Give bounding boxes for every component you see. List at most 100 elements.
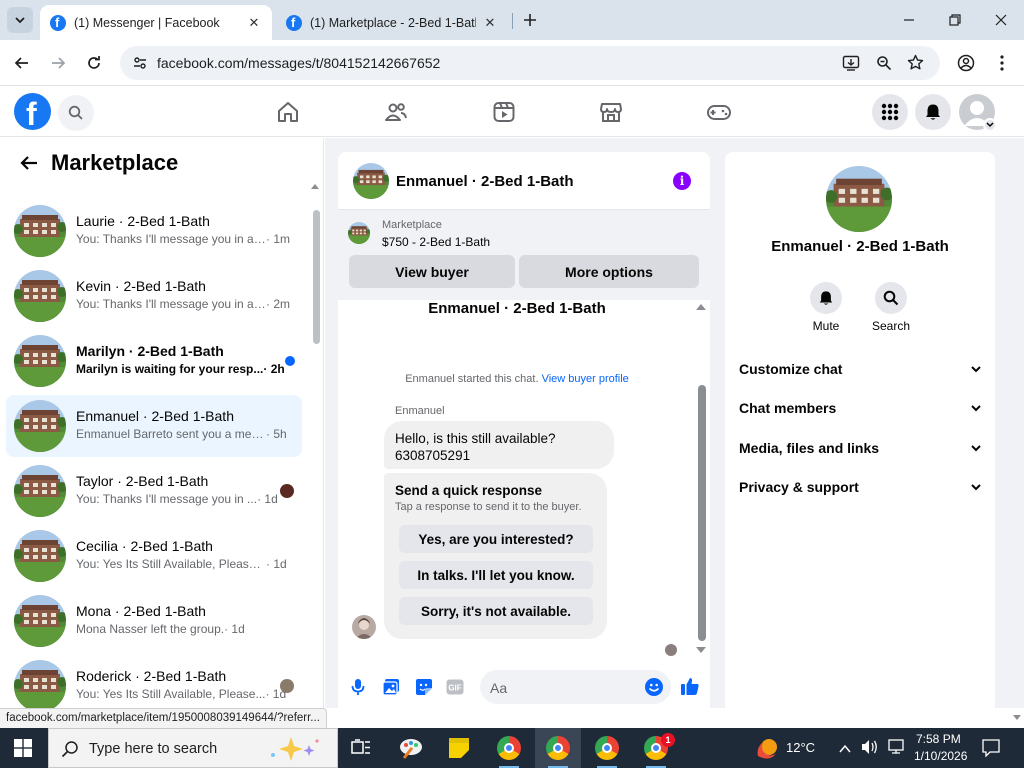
taskbar-search-box[interactable]: Type here to search bbox=[48, 728, 338, 768]
network-icon[interactable] bbox=[887, 739, 905, 760]
scroll-up-arrow[interactable] bbox=[696, 304, 706, 310]
profile-icon[interactable] bbox=[954, 51, 978, 75]
more-options-button[interactable]: More options bbox=[519, 255, 699, 288]
sender-avatar[interactable] bbox=[352, 615, 376, 639]
conversation-item[interactable]: Cecilia · 2-Bed 1-Bath You: Yes Its Still… bbox=[6, 525, 302, 587]
privacy-support-section[interactable]: Privacy & support bbox=[739, 475, 983, 501]
conversation-item[interactable]: Mona · 2-Bed 1-Bath Mona Nasser left the … bbox=[6, 590, 302, 652]
thumbs-up-icon[interactable] bbox=[680, 676, 700, 696]
marketplace-listing-banner: Marketplace $750 - 2-Bed 1-Bath View buy… bbox=[338, 210, 710, 300]
conversation-item[interactable]: Marilyn · 2-Bed 1-Bath Marilyn is waiting… bbox=[6, 330, 302, 392]
emoji-icon[interactable] bbox=[645, 678, 663, 696]
chevron-down-icon bbox=[971, 484, 981, 491]
info-name: Enmanuel · 2-Bed 1-Bath bbox=[771, 238, 949, 255]
facebook-search-button[interactable] bbox=[58, 95, 94, 131]
browser-tab-bar: (1) Messenger | Facebook ✕ (1) Marketpla… bbox=[0, 0, 1024, 40]
action-center-icon[interactable] bbox=[982, 739, 1000, 762]
scroll-down-arrow[interactable] bbox=[696, 647, 706, 653]
tab-title: (1) Messenger | Facebook bbox=[74, 15, 220, 30]
view-buyer-button[interactable]: View buyer bbox=[349, 255, 515, 288]
browser-menu-icon[interactable] bbox=[990, 51, 1014, 75]
friends-icon[interactable] bbox=[383, 99, 409, 125]
profile-avatar-icon[interactable] bbox=[959, 94, 997, 132]
quick-response-in-talks-button[interactable]: In talks. I'll let you know. bbox=[399, 561, 593, 589]
gaming-icon[interactable] bbox=[706, 99, 732, 125]
media-files-links-section[interactable]: Media, files and links bbox=[739, 436, 983, 462]
thread-title: Enmanuel · 2-Bed 1-Bath bbox=[428, 300, 606, 317]
message-input[interactable]: Aa bbox=[480, 670, 671, 704]
thread-scrollbar[interactable] bbox=[698, 385, 706, 641]
new-tab-button[interactable] bbox=[520, 10, 540, 30]
close-window-button[interactable] bbox=[987, 8, 1015, 32]
conversation-item[interactable]: Taylor · 2-Bed 1-Bath You: Thanks I'll me… bbox=[6, 460, 302, 522]
quick-response-yes-button[interactable]: Yes, are you interested? bbox=[399, 525, 593, 553]
mute-button[interactable]: Mute bbox=[796, 282, 856, 333]
facebook-logo[interactable]: f bbox=[14, 93, 51, 132]
sticky-notes-icon[interactable] bbox=[436, 728, 482, 768]
conversation-item[interactable]: Laurie · 2-Bed 1-Bath You: Thanks I'll me… bbox=[6, 200, 302, 262]
watch-icon[interactable] bbox=[491, 99, 517, 125]
tab-messenger[interactable]: (1) Messenger | Facebook ✕ bbox=[40, 5, 272, 40]
info-avatar[interactable] bbox=[826, 166, 892, 232]
gif-icon[interactable]: GIF bbox=[446, 678, 464, 696]
windows-start-icon[interactable] bbox=[14, 739, 32, 757]
marketplace-icon[interactable] bbox=[598, 99, 624, 125]
photo-icon[interactable] bbox=[382, 678, 400, 696]
restore-button[interactable] bbox=[941, 8, 969, 32]
forward-button[interactable] bbox=[46, 51, 70, 75]
install-app-icon[interactable] bbox=[842, 54, 860, 77]
section-label: Customize chat bbox=[739, 361, 843, 377]
zoom-icon[interactable] bbox=[876, 55, 892, 76]
paint-app-icon[interactable] bbox=[388, 728, 434, 768]
clock-time[interactable]: 7:58 PM bbox=[916, 732, 961, 746]
listing-thumbnail[interactable] bbox=[348, 222, 370, 244]
tab-search-button[interactable] bbox=[7, 7, 33, 33]
view-buyer-profile-link[interactable]: View buyer profile bbox=[542, 373, 629, 385]
chat-members-section[interactable]: Chat members bbox=[739, 396, 983, 422]
clock-date[interactable]: 1/10/2026 bbox=[914, 749, 967, 763]
conversation-list-scrollbar[interactable] bbox=[313, 210, 320, 344]
chrome-icon[interactable]: 1 bbox=[633, 728, 679, 768]
chrome-icon[interactable] bbox=[535, 728, 581, 768]
chevron-down-icon bbox=[971, 405, 981, 412]
info-icon[interactable]: i bbox=[673, 172, 691, 190]
customize-chat-section[interactable]: Customize chat bbox=[739, 357, 983, 383]
conversation-item[interactable]: Enmanuel · 2-Bed 1-Bath Enmanuel Barreto … bbox=[6, 395, 302, 457]
chat-avatar[interactable] bbox=[353, 163, 389, 199]
back-button[interactable] bbox=[10, 51, 34, 75]
conversation-item[interactable]: Kevin · 2-Bed 1-Bath You: Thanks I'll mes… bbox=[6, 265, 302, 327]
weather-temperature[interactable]: 12°C bbox=[786, 740, 815, 755]
message-text-line: Hello, is this still available? bbox=[395, 431, 556, 446]
page-scroll-down-arrow[interactable] bbox=[1013, 715, 1021, 720]
close-tab-icon[interactable]: ✕ bbox=[246, 15, 262, 31]
chrome-icon[interactable] bbox=[584, 728, 630, 768]
notifications-bell-icon[interactable] bbox=[915, 94, 951, 130]
microphone-icon[interactable] bbox=[349, 678, 367, 696]
search-conversation-button[interactable]: Search bbox=[861, 282, 921, 333]
task-view-icon[interactable] bbox=[338, 728, 384, 768]
address-bar[interactable]: facebook.com/messages/t/804152142667652 bbox=[120, 46, 940, 80]
seen-avatar bbox=[280, 484, 294, 498]
weather-icon[interactable] bbox=[754, 736, 780, 765]
speaker-icon[interactable] bbox=[861, 739, 879, 760]
conversation-item[interactable]: Roderick · 2-Bed 1-Bath You: Yes Its Stil… bbox=[6, 655, 302, 708]
listing-price[interactable]: $750 - 2-Bed 1-Bath bbox=[382, 235, 490, 249]
listing-avatar bbox=[14, 465, 66, 517]
bookmark-star-icon[interactable] bbox=[907, 54, 924, 76]
site-info-icon[interactable] bbox=[132, 55, 148, 76]
quick-response-not-available-button[interactable]: Sorry, it's not available. bbox=[399, 597, 593, 625]
taskbar-search-placeholder: Type here to search bbox=[89, 741, 218, 757]
menu-grid-icon[interactable] bbox=[872, 94, 908, 130]
sticker-icon[interactable] bbox=[415, 678, 433, 696]
scroll-up-arrow[interactable] bbox=[311, 184, 319, 189]
home-icon[interactable] bbox=[275, 99, 301, 125]
message-bubble[interactable]: Hello, is this still available? 63087052… bbox=[384, 421, 614, 469]
chat-title[interactable]: Enmanuel · 2-Bed 1-Bath bbox=[396, 173, 574, 190]
tab-marketplace[interactable]: (1) Marketplace - 2-Bed 1-Bath ✕ bbox=[276, 5, 508, 40]
reload-button[interactable] bbox=[82, 51, 106, 75]
show-hidden-icons-chevron[interactable] bbox=[839, 741, 851, 759]
close-tab-icon[interactable]: ✕ bbox=[482, 15, 498, 31]
back-arrow-icon[interactable] bbox=[18, 152, 40, 174]
minimize-button[interactable] bbox=[895, 8, 923, 32]
chrome-icon[interactable] bbox=[486, 728, 532, 768]
